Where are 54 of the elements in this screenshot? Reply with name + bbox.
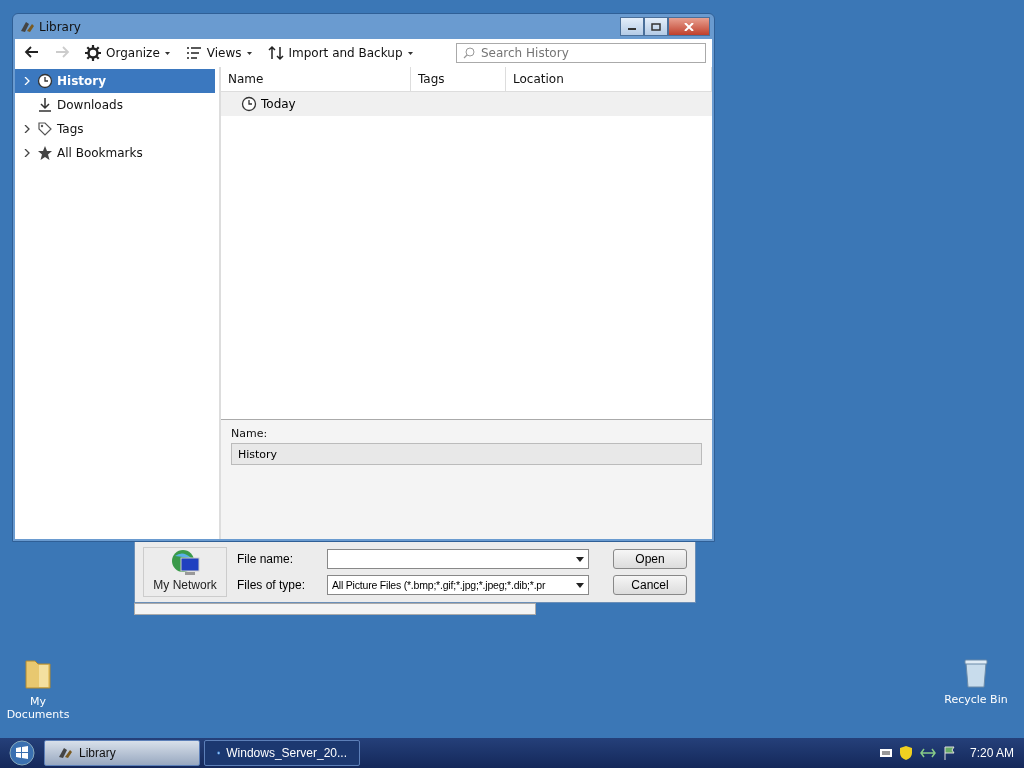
toolbar-menu[interactable]: Views — [181, 43, 256, 63]
sidebar-item[interactable]: Tags — [15, 117, 215, 141]
maximize-button[interactable] — [644, 17, 668, 36]
search-icon — [463, 47, 475, 59]
column-header[interactable]: Name — [221, 67, 411, 91]
dialog-button[interactable]: Cancel — [613, 575, 687, 595]
clock-icon — [37, 73, 53, 89]
taskbar-button[interactable]: Library — [44, 740, 200, 766]
clock: 7:20 AM — [969, 746, 1014, 760]
field-label: Name: — [231, 427, 268, 440]
combo-box[interactable] — [327, 549, 589, 569]
table-row[interactable]: Today — [221, 92, 712, 116]
places-item[interactable]: My Network — [143, 547, 227, 597]
minimize-button[interactable] — [620, 17, 644, 36]
recycle-bin-icon — [963, 657, 989, 689]
windows-logo-icon — [9, 740, 35, 766]
network-icon — [169, 548, 201, 578]
sidebar-item[interactable]: All Bookmarks — [15, 141, 215, 165]
flag-icon — [943, 746, 956, 760]
tag-icon — [37, 121, 53, 137]
clock-icon — [241, 96, 257, 112]
toolbar-menu[interactable]: Import and Backup — [263, 43, 417, 63]
shield-icon — [899, 746, 912, 760]
sidebar-item[interactable]: History — [15, 69, 215, 93]
close-icon — [684, 22, 694, 31]
caret-icon — [246, 51, 252, 55]
toolbar-menu[interactable]: Organize — [81, 43, 174, 63]
keyboard-icon — [879, 748, 892, 758]
field-label: Files of type: — [237, 578, 307, 592]
column-header[interactable]: Location — [506, 67, 712, 91]
taskbar-button[interactable]: Windows_Server_20... — [204, 740, 360, 766]
network-icon — [919, 747, 936, 759]
column-header[interactable]: Tags — [411, 67, 506, 91]
maximize-icon — [651, 22, 661, 31]
combo-box[interactable]: All Picture Files (*.bmp;*.gif;*.jpg;*.jpeg;*.dib;*.pr — [327, 575, 589, 595]
name-field[interactable]: History — [231, 443, 702, 465]
desktop-icon-label[interactable]: My Documents — [0, 695, 78, 721]
search-field[interactable]: Search History — [456, 43, 706, 63]
close-button[interactable] — [668, 17, 710, 36]
field-label: File name: — [237, 552, 295, 566]
desktop-icon-label[interactable]: Recycle Bin — [944, 693, 1008, 706]
up-down-arrows-icon — [267, 45, 284, 61]
caret-icon — [407, 51, 413, 55]
folder-icon — [24, 657, 52, 691]
dropdown-icon — [576, 582, 584, 588]
download-icon — [37, 97, 53, 113]
dropdown-icon — [576, 556, 584, 562]
gear-icon — [85, 45, 101, 61]
list-icon — [185, 45, 202, 61]
sidebar-item[interactable]: Downloads — [15, 93, 215, 117]
star-icon — [37, 145, 53, 161]
window-title: Library — [39, 19, 82, 34]
caret-icon — [164, 51, 170, 55]
dialog-button[interactable]: Open — [613, 549, 687, 569]
